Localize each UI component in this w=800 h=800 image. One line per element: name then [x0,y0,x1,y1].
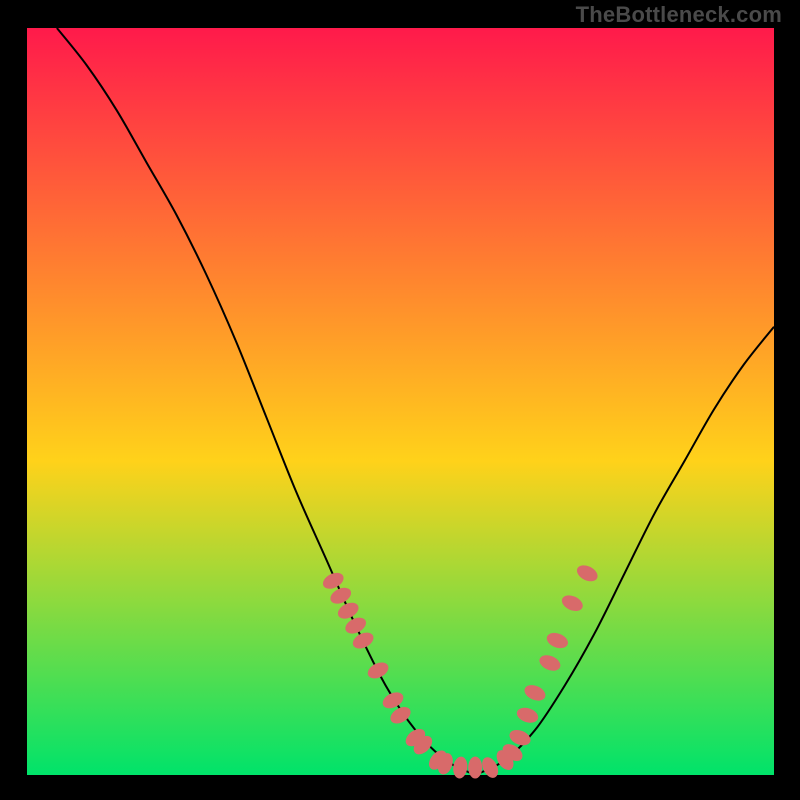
plot-background [27,28,774,775]
chart-svg [0,0,800,800]
data-point [468,757,482,779]
watermark: TheBottleneck.com [576,2,782,28]
chart-container: TheBottleneck.com [0,0,800,800]
